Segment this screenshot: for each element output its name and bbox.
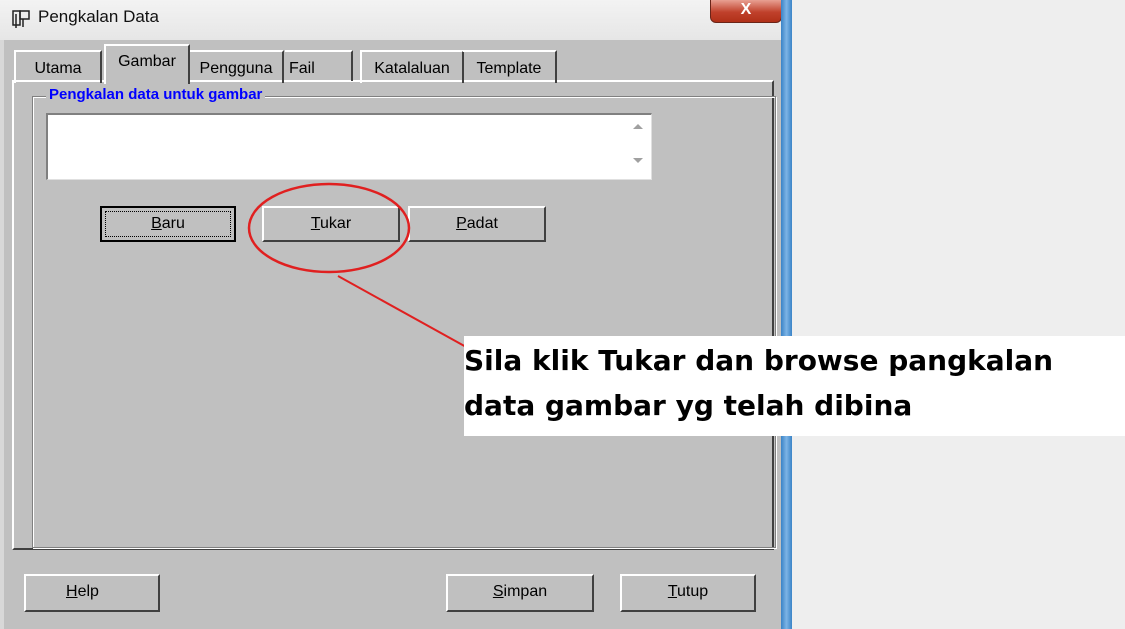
tab-gambar[interactable]: Gambar: [104, 44, 190, 84]
annotation-callout: Sila klik Tukar dan browse pangkalan dat…: [464, 336, 1125, 436]
callout-line: [337, 275, 469, 349]
groupbox-legend: Pengkalan data untuk gambar: [46, 86, 266, 103]
annotation-line-1: Sila klik Tukar dan browse pangkalan: [464, 344, 1054, 377]
highlight-ellipse: [247, 182, 411, 274]
annotation-line-2: data gambar yg telah dibina: [464, 389, 913, 422]
